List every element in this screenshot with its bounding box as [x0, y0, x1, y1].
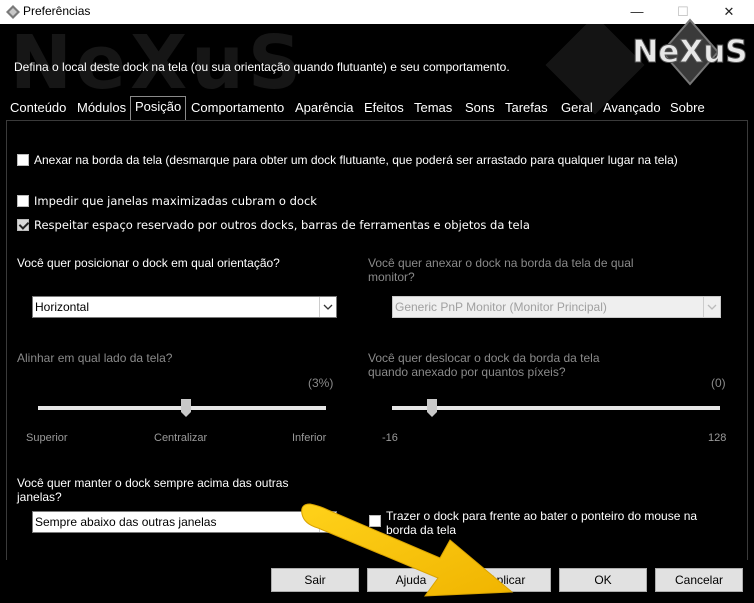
tab-modulos[interactable]: Módulos: [73, 98, 130, 118]
window-title: Preferências: [23, 4, 91, 18]
tab-aparencia[interactable]: Aparência: [291, 98, 358, 118]
tab-tarefas[interactable]: Tarefas: [501, 98, 552, 118]
offset-slider-track[interactable]: [392, 406, 720, 410]
monitor-select[interactable]: Generic PnP Monitor (Monitor Principal): [392, 296, 721, 318]
align-min-label: Superior: [26, 432, 68, 444]
attach-edge-checkbox[interactable]: [17, 154, 29, 166]
align-slider-thumb[interactable]: [181, 399, 191, 417]
align-max-label: Inferior: [292, 432, 327, 444]
respect-reserved-label: Respeitar espaço reservado por outros do…: [34, 218, 530, 232]
app-icon: [6, 5, 20, 19]
tab-posicao[interactable]: Posição: [130, 96, 187, 120]
tab-sobre[interactable]: Sobre: [666, 98, 709, 118]
annotation-arrow-icon: [301, 503, 514, 597]
offset-slider-thumb[interactable]: [427, 399, 437, 417]
orientation-value: Horizontal: [35, 300, 90, 314]
cancel-button[interactable]: Cancelar: [655, 568, 743, 592]
respect-reserved-checkbox[interactable]: [17, 219, 29, 231]
tab-avancado[interactable]: Avançado: [599, 98, 665, 118]
monitor-value: Generic PnP Monitor (Monitor Principal): [395, 300, 607, 314]
offset-max-label: 128: [708, 432, 727, 444]
align-question: Alinhar em qual lado da tela?: [17, 351, 173, 365]
prevent-maximized-checkbox[interactable]: [17, 195, 29, 207]
offset-question: Você quer deslocar o dock da borda da te…: [368, 351, 600, 379]
ok-button[interactable]: OK: [559, 568, 647, 592]
offset-min-label: -16: [382, 432, 398, 444]
tab-efeitos[interactable]: Efeitos: [360, 98, 408, 118]
logo-text: NeXuS: [632, 34, 747, 70]
nexus-logo: NeXuS: [632, 18, 748, 86]
align-mid-label: Centralizar: [154, 432, 208, 444]
align-value: (3%): [308, 376, 334, 390]
tab-temas[interactable]: Temas: [410, 98, 456, 118]
attach-edge-label: Anexar na borda da tela (desmarque para …: [34, 153, 678, 167]
layer-question: Você quer manter o dock sempre acima das…: [17, 476, 289, 504]
page-description: Defina o local deste dock na tela (ou su…: [14, 60, 510, 74]
orientation-select[interactable]: Horizontal: [32, 296, 337, 318]
chevron-down-icon: [319, 297, 333, 317]
tab-bar: Conteúdo Módulos Posição Comportamento A…: [0, 96, 754, 120]
orientation-question: Você quer posicionar o dock em qual orie…: [17, 256, 280, 270]
tab-sons[interactable]: Sons: [461, 98, 499, 118]
chevron-down-icon: [703, 297, 717, 317]
tab-conteudo[interactable]: Conteúdo: [6, 98, 70, 118]
tab-geral[interactable]: Geral: [557, 98, 597, 118]
offset-value: (0): [711, 376, 726, 390]
monitor-question: Você quer anexar o dock na borda da tela…: [368, 256, 634, 284]
prevent-maximized-label: Impedir que janelas maximizadas cubram o…: [34, 194, 317, 208]
layer-value: Sempre abaixo das outras janelas: [35, 515, 217, 529]
tab-comportamento[interactable]: Comportamento: [187, 98, 288, 118]
